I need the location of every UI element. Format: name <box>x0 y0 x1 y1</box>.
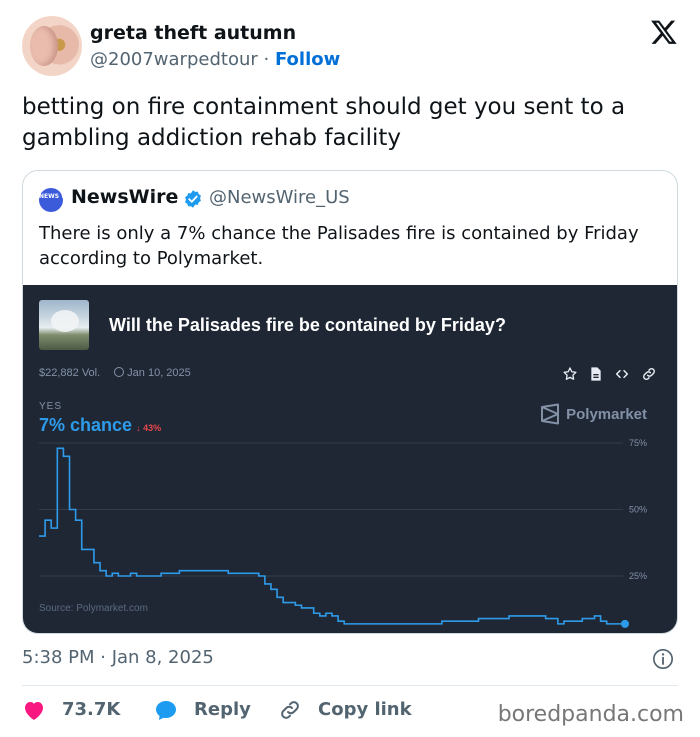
author-name[interactable]: greta theft autumn <box>90 22 296 44</box>
follow-button[interactable]: Follow <box>275 49 340 70</box>
copy-link-button[interactable]: Copy link <box>278 696 418 724</box>
quoted-author-avatar[interactable]: NEWS WIRE <box>39 188 79 212</box>
action-bar: 73.7K Reply Copy link <box>22 696 462 724</box>
like-count: 73.7K <box>62 699 121 720</box>
reply-icon <box>156 701 176 720</box>
y-tick-label: 50% <box>629 505 647 515</box>
series-line <box>39 447 625 625</box>
x-logo-icon[interactable] <box>650 18 678 46</box>
tweet-timestamp[interactable]: 5:38 PM · Jan 8, 2025 <box>22 647 214 668</box>
divider <box>22 685 678 686</box>
heart-icon <box>25 702 43 720</box>
watermark: boredpanda.com <box>497 702 684 727</box>
reply-label: Reply <box>194 699 251 720</box>
tweet-header: greta theft autumn @2007warpedtour · Fol… <box>22 16 678 78</box>
chart-source: Source: Polymarket.com <box>39 603 148 614</box>
copy-link-label: Copy link <box>318 699 412 720</box>
author-handle-row: @2007warpedtour · Follow <box>90 49 340 70</box>
quoted-author-handle[interactable]: @NewsWire_US <box>209 187 350 208</box>
info-icon[interactable] <box>652 648 674 670</box>
latest-point <box>621 619 629 628</box>
handle-separator: · <box>263 49 270 70</box>
polymarket-card[interactable]: Will the Palisades fire be contained by … <box>23 285 677 633</box>
copy-link-icon <box>281 701 299 719</box>
y-tick-label: 75% <box>629 438 647 448</box>
y-tick-label: 25% <box>629 571 647 581</box>
quoted-author-name[interactable]: NewsWire <box>71 186 178 208</box>
tweet-text: betting on fire containment should get y… <box>22 94 626 151</box>
author-avatar[interactable] <box>22 16 82 76</box>
like-button[interactable]: 73.7K <box>22 696 122 724</box>
author-handle[interactable]: @2007warpedtour <box>90 49 258 70</box>
price-chart: 75% 50% 25% <box>39 438 647 628</box>
reply-button[interactable]: Reply <box>154 696 254 724</box>
verified-badge-icon <box>185 190 201 208</box>
quoted-tweet-text: There is only a 7% chance the Palisades … <box>39 223 639 269</box>
quoted-tweet[interactable]: NEWS WIRE NewsWire @NewsWire_US There is… <box>22 170 678 634</box>
